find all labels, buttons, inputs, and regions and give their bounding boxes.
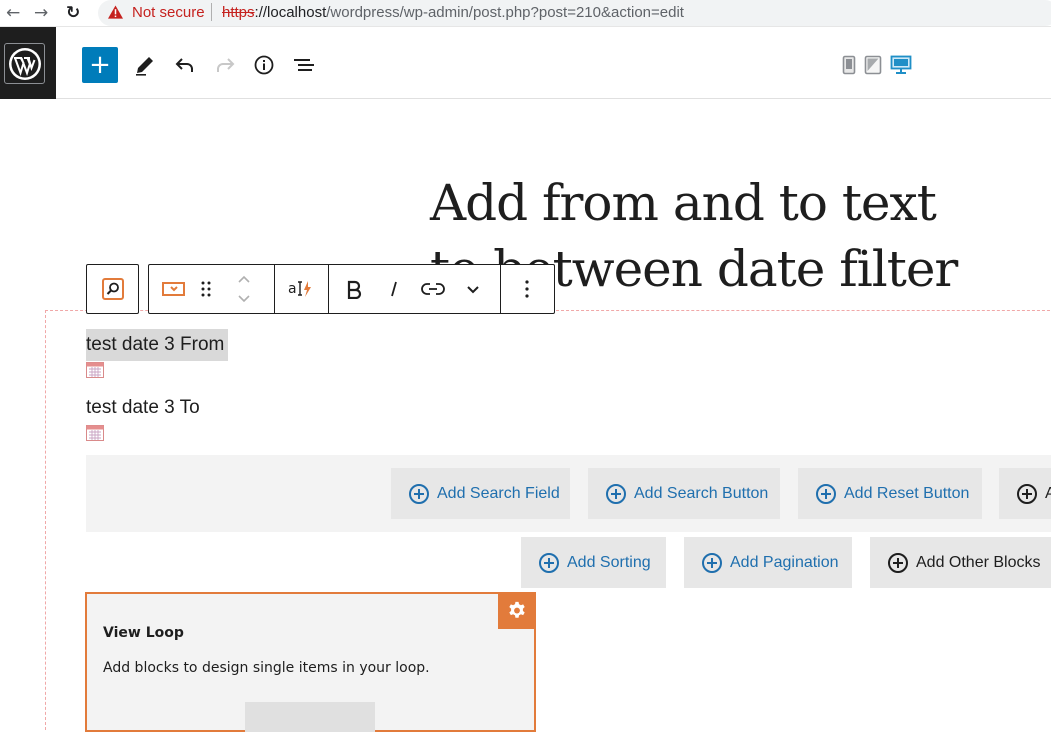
search-controls-row: Add Search Field Add Search Button Add R…	[86, 455, 1051, 532]
italic-icon	[391, 281, 397, 297]
link-button[interactable]	[416, 272, 450, 306]
date-from-label[interactable]: test date 3 From	[86, 329, 229, 361]
url-scheme: https	[222, 4, 255, 21]
tablet-preview-button[interactable]	[862, 47, 884, 83]
mobile-preview-button[interactable]	[838, 47, 860, 83]
bold-button[interactable]	[337, 272, 371, 306]
pencil-icon	[136, 57, 153, 76]
desktop-preview-icon	[890, 55, 912, 74]
italic-button[interactable]	[377, 272, 411, 306]
add-circle-icon	[888, 552, 908, 573]
add-sorting-label: Add Sorting	[567, 553, 651, 571]
view-loop-description: Add blocks to design single items in you…	[103, 660, 430, 676]
add-circle-icon	[702, 552, 722, 573]
calendar-icon[interactable]	[86, 362, 104, 378]
wordpress-logo-button[interactable]	[0, 27, 56, 99]
editor-header: +	[0, 27, 1051, 99]
add-circle-icon	[539, 552, 559, 573]
add-search-field-label: Add Search Field	[437, 484, 560, 502]
add-more-label: A	[1045, 484, 1051, 502]
back-icon[interactable]: ←	[6, 3, 20, 23]
select-parent-block-button[interactable]	[86, 264, 139, 314]
add-search-button-button[interactable]: Add Search Button	[588, 468, 780, 519]
add-search-field-button[interactable]: Add Search Field	[391, 468, 570, 519]
move-up-down-icon	[238, 275, 250, 303]
search-block-icon	[101, 278, 124, 300]
tablet-preview-icon	[864, 55, 882, 75]
add-more-button[interactable]: A	[999, 468, 1051, 519]
date-to-label[interactable]: test date 3 To	[86, 392, 204, 424]
more-rich-text-button[interactable]	[456, 272, 490, 306]
block-inserter-button[interactable]: +	[82, 47, 118, 83]
add-reset-button-label: Add Reset Button	[844, 484, 970, 502]
address-bar[interactable]: Not secure https://localhost/wordpress/w…	[98, 0, 1051, 26]
tools-button[interactable]	[127, 47, 163, 83]
view-loop-inserter[interactable]	[245, 702, 375, 732]
dynamic-text-button[interactable]: a	[284, 272, 318, 306]
security-status[interactable]: Not secure	[132, 4, 205, 21]
calendar-icon[interactable]	[86, 425, 104, 441]
add-circle-icon	[606, 483, 626, 504]
view-loop-settings-button[interactable]	[498, 592, 536, 629]
undo-button[interactable]	[167, 47, 203, 83]
bold-icon	[347, 280, 362, 299]
dynamic-text-icon: a	[288, 281, 311, 297]
move-buttons[interactable]	[227, 272, 261, 306]
list-view-button[interactable]	[286, 47, 322, 83]
svg-text:a: a	[288, 281, 297, 297]
info-icon	[254, 55, 274, 75]
redo-button[interactable]	[207, 47, 243, 83]
gear-icon	[509, 601, 525, 618]
add-pagination-label: Add Pagination	[730, 553, 839, 571]
view-loop-title: View Loop	[103, 625, 184, 641]
reload-icon[interactable]: ↻	[66, 3, 80, 23]
add-circle-icon	[409, 483, 429, 504]
add-circle-icon	[1017, 483, 1037, 504]
block-toolbar: a	[148, 264, 555, 314]
view-loop-block[interactable]: View Loop Add blocks to design single it…	[85, 592, 536, 732]
warning-icon[interactable]	[108, 5, 123, 19]
forward-icon[interactable]: →	[34, 3, 48, 23]
desktop-preview-button[interactable]	[888, 47, 914, 83]
browser-bar: ← → ↻ Not secure https://localhost/wordp…	[0, 0, 1051, 27]
wordpress-logo-icon	[8, 47, 41, 80]
more-vertical-icon	[525, 280, 529, 298]
add-circle-icon	[816, 483, 836, 504]
url-path: /wordpress/wp-admin/post.php?post=210&ac…	[326, 4, 684, 21]
undo-icon	[175, 58, 193, 72]
link-icon	[421, 283, 445, 295]
block-type-button[interactable]	[157, 272, 191, 306]
url-host: ://localhost	[254, 4, 327, 21]
block-options-button[interactable]	[510, 272, 544, 306]
drag-handle-icon	[201, 281, 211, 297]
date-filter-block-icon	[162, 282, 185, 296]
url-separator	[211, 3, 212, 21]
chevron-down-icon	[467, 286, 479, 294]
add-other-blocks-button[interactable]: Add Other Blocks	[870, 537, 1051, 588]
add-search-button-label: Add Search Button	[634, 484, 769, 502]
toolbar-separator	[500, 265, 501, 313]
add-sorting-button[interactable]: Add Sorting	[521, 537, 666, 588]
toolbar-separator	[328, 265, 329, 313]
redo-icon	[217, 58, 235, 72]
url-text[interactable]: https://localhost/wordpress/wp-admin/pos…	[222, 4, 684, 21]
add-reset-button-button[interactable]: Add Reset Button	[798, 468, 982, 519]
add-other-blocks-label: Add Other Blocks	[916, 553, 1041, 571]
drag-handle[interactable]	[191, 272, 221, 306]
toolbar-separator	[274, 265, 275, 313]
mobile-preview-icon	[842, 55, 856, 75]
details-button[interactable]	[246, 47, 282, 83]
add-pagination-button[interactable]: Add Pagination	[684, 537, 852, 588]
list-view-icon	[294, 59, 314, 71]
